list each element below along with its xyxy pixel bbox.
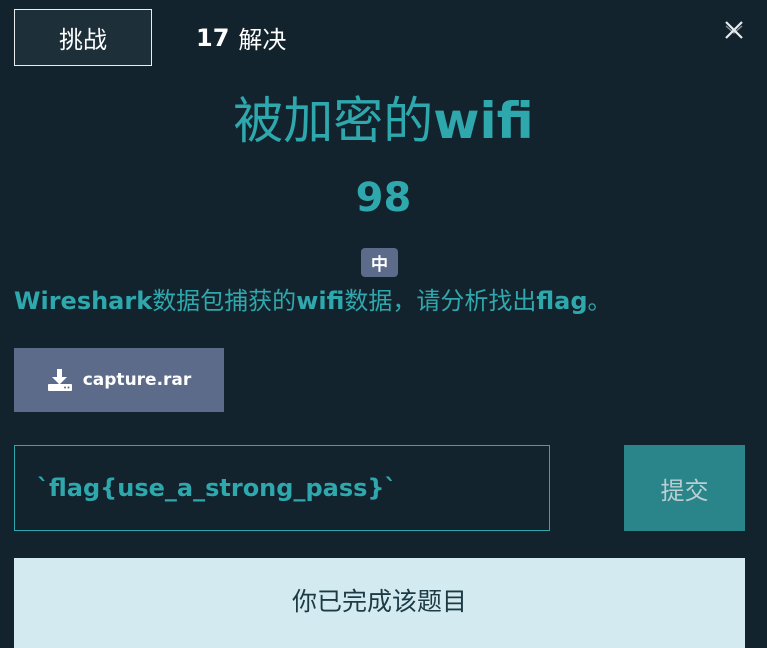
difficulty-badge: 中 (361, 248, 398, 277)
challenge-points: 98 (355, 175, 412, 221)
tab-solves-label: 解决 (238, 26, 287, 54)
tab-solves[interactable]: 17 解决 (196, 9, 286, 66)
description-wireshark: Wireshark (14, 287, 153, 315)
submit-button[interactable]: 提交 (624, 445, 745, 531)
tab-challenge-label: 挑战 (59, 26, 107, 54)
challenge-title: 被加密的wifi (0, 88, 767, 154)
attachment-filename: capture.rar (82, 370, 192, 390)
description-text-2: 数据，请分析找出 (344, 287, 537, 315)
download-icon (47, 369, 72, 391)
challenge-description: Wireshark数据包捕获的wifi数据，请分析找出flag。 (14, 283, 754, 319)
flag-input[interactable]: `flag{use_a_strong_pass}` (14, 445, 550, 531)
submit-button-label: 提交 (660, 476, 709, 505)
flag-input-value: `flag{use_a_strong_pass}` (37, 474, 397, 502)
close-icon[interactable] (721, 17, 747, 43)
description-wifi: wifi (296, 287, 345, 315)
description-text-3: 。 (587, 287, 612, 315)
challenge-title-cjk: 被加密的 (233, 92, 434, 150)
tab-challenge[interactable]: 挑战 (14, 9, 152, 66)
download-attachment-button[interactable]: capture.rar (14, 348, 224, 412)
challenge-title-latin: wifi (433, 92, 534, 150)
solves-count: 17 (196, 23, 230, 52)
description-flag: flag (536, 287, 588, 315)
completed-message: 你已完成该题目 (291, 587, 467, 616)
description-text-1: 数据包捕获的 (152, 287, 297, 315)
completed-banner: 你已完成该题目 (14, 558, 745, 648)
